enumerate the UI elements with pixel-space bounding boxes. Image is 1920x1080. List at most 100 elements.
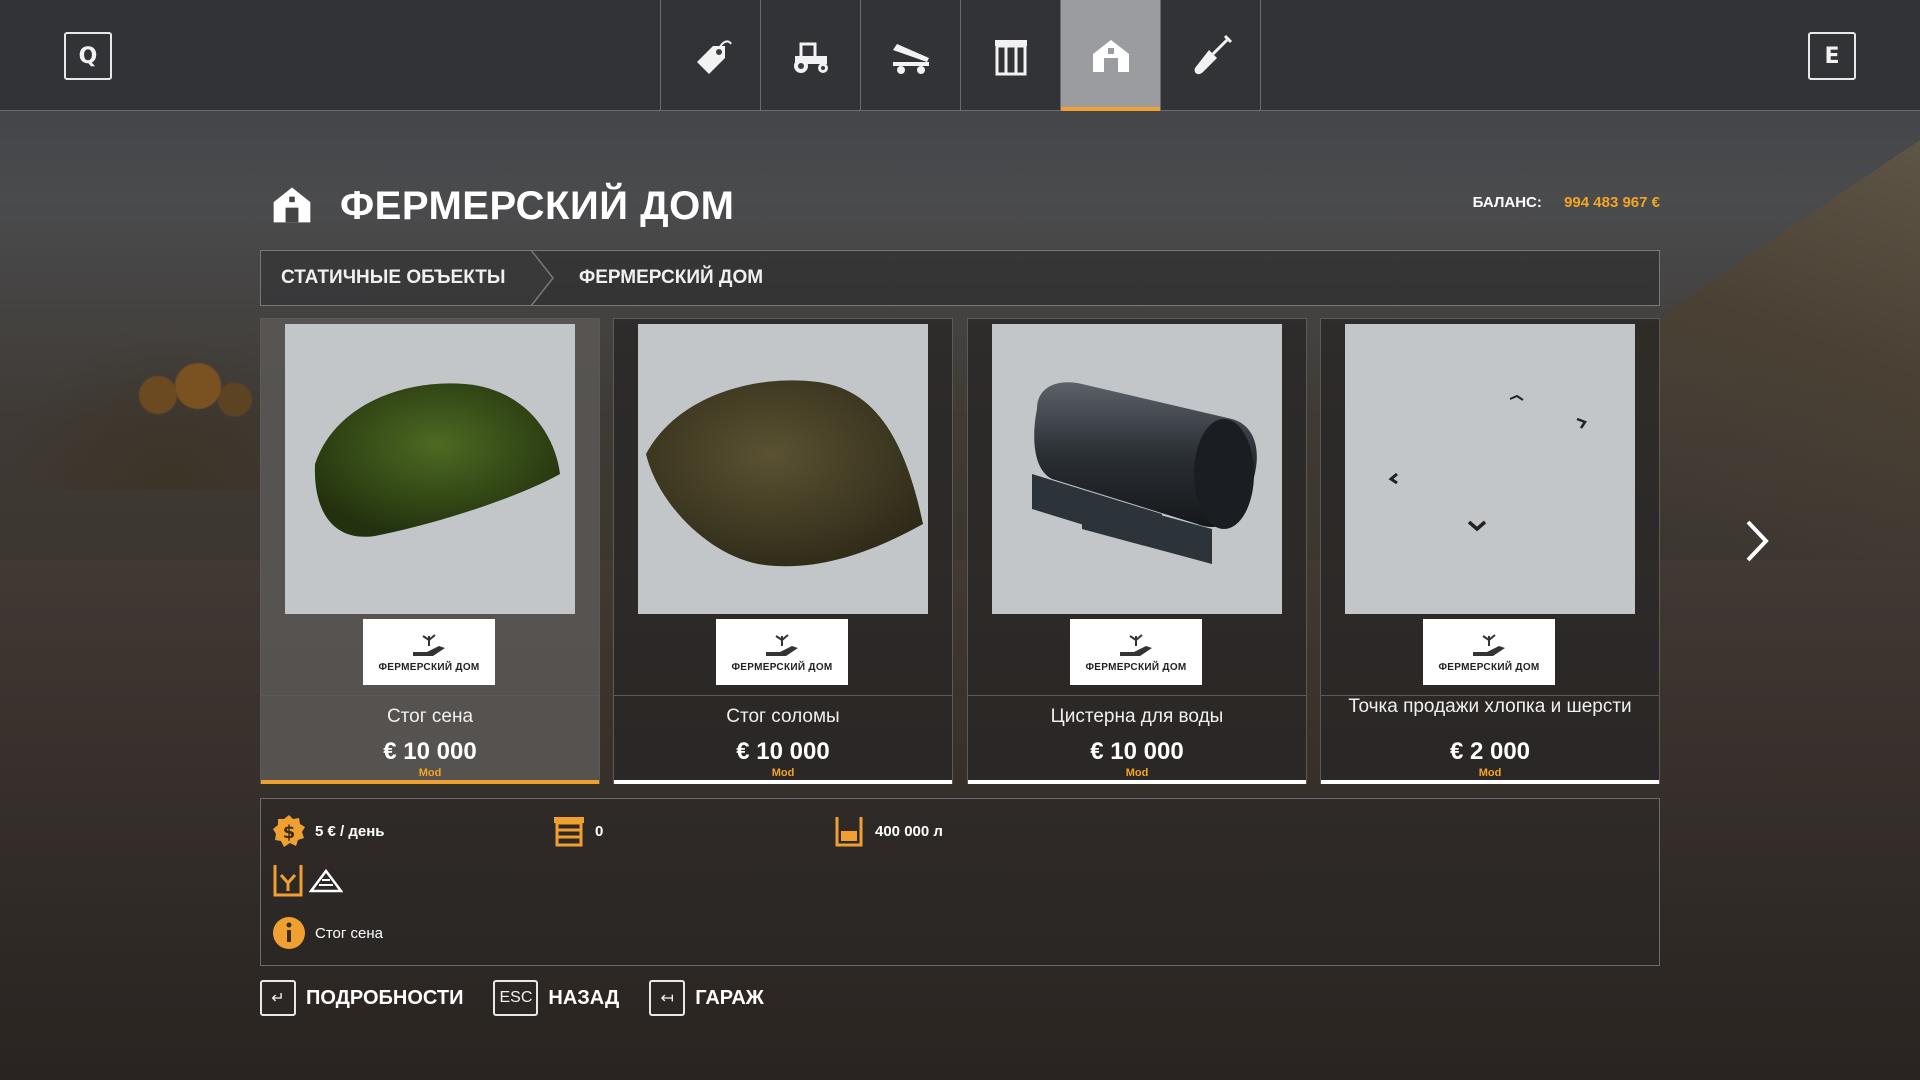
details-button[interactable]: ↵ ПОДРОБНОСТИ [260, 980, 463, 1016]
balance-label: БАЛАНС: [1472, 194, 1542, 211]
item-info: Стог сена € 10 000 Mod [261, 695, 599, 785]
storage-slots-icon [554, 817, 584, 847]
capacity-stat: 400 000 л [831, 813, 943, 849]
item-thumbnail [992, 324, 1282, 614]
hay-stack-image [314, 383, 560, 537]
back-button-label: НАЗАД [548, 986, 620, 1009]
farmhouse-icon [1092, 39, 1129, 72]
pile-filltype-icon [309, 868, 343, 893]
capacity-value: 400 000 л [875, 822, 943, 840]
description-stat: Стог сена [271, 915, 383, 951]
store-item-list: ФЕРМЕРСКИЙ ДОМ Стог сена € 10 000 Mod ФЕ… [260, 318, 1660, 784]
brand-logo: ФЕРМЕРСКИЙ ДОМ [1070, 619, 1202, 685]
item-details-panel: $ 5 € / день 0 400 000 л Стог сена [260, 798, 1660, 966]
next-category-key[interactable]: E [1808, 32, 1856, 80]
hand-plant-icon [413, 633, 445, 656]
page-header: ФЕРМЕРСКИЙ ДОМ БАЛАНС: 994 483 967 € [260, 180, 1660, 240]
store-item-card[interactable]: ФЕРМЕРСКИЙ ДОМ Стог соломы € 10 000 Mod [613, 318, 953, 784]
price-tag-icon [696, 39, 732, 74]
brand-logo: ФЕРМЕРСКИЙ ДОМ [363, 619, 495, 685]
enter-key-hint: ↵ [260, 980, 296, 1016]
breadcrumb-item-static-objects[interactable]: СТАТИЧНЫЕ ОБЪЕКТЫ [261, 251, 531, 305]
tipper-trailer-icon [892, 43, 929, 74]
straw-stack-image [646, 380, 923, 567]
breadcrumb: СТАТИЧНЫЕ ОБЪЕКТЫ ФЕРМЕРСКИЙ ДОМ [260, 250, 1660, 306]
upkeep-value: 5 € / день [315, 822, 385, 840]
mod-badge: Mod [418, 767, 442, 779]
balance-value: 994 483 967 € [1564, 194, 1660, 211]
tab-sale[interactable] [661, 0, 761, 111]
breadcrumb-separator-icon [531, 250, 554, 306]
svg-text:$: $ [283, 822, 296, 843]
garage-button[interactable]: ↤ ГАРАЖ [649, 980, 764, 1016]
selling-point-image [1388, 394, 1587, 532]
brand-logo-text: ФЕРМЕРСКИЙ ДОМ [1085, 661, 1187, 673]
item-price: € 10 000 [736, 738, 830, 765]
tab-farmhouse[interactable] [1061, 0, 1161, 111]
item-info: Стог соломы € 10 000 Mod [614, 695, 952, 785]
item-name: Стог соломы [726, 706, 840, 727]
tab-storage[interactable] [961, 0, 1061, 111]
hay-filltype-icon [273, 865, 303, 897]
item-price: € 10 000 [1090, 738, 1184, 765]
water-tank-image [1032, 382, 1257, 564]
chevron-right-icon[interactable] [1742, 516, 1772, 566]
card-underline [968, 780, 1306, 784]
action-bar: ↵ ПОДРОБНОСТИ ESC НАЗАД ↤ ГАРАЖ [260, 980, 794, 1016]
breadcrumb-item-farmhouse[interactable]: ФЕРМЕРСКИЙ ДОМ [561, 267, 763, 289]
capacity-icon [835, 817, 863, 847]
item-name: Точка продажи хлопка и шерсти [1348, 696, 1632, 717]
card-underline [614, 780, 952, 784]
prev-category-key[interactable]: Q [64, 32, 112, 80]
store-item-card[interactable]: ФЕРМЕРСКИЙ ДОМ Стог сена € 10 000 Mod [260, 318, 600, 784]
fill-types [271, 863, 343, 897]
silo-icon [994, 39, 1027, 75]
shovel-icon [1194, 34, 1232, 74]
tab-vehicles[interactable] [761, 0, 861, 111]
info-icon [273, 917, 305, 949]
back-button[interactable]: ESC НАЗАД [493, 980, 619, 1016]
hand-plant-icon [1120, 633, 1152, 656]
upkeep-cost-icon: $ [273, 815, 305, 847]
item-thumbnail [1345, 324, 1635, 614]
store-item-card[interactable]: ФЕРМЕРСКИЙ ДОМ Цистерна для воды € 10 00… [967, 318, 1307, 784]
mod-badge: Mod [1125, 767, 1149, 779]
mod-badge: Mod [1478, 767, 1502, 779]
item-info: Точка продажи хлопка и шерсти € 2 000 Mo… [1321, 695, 1659, 785]
item-name: Цистерна для воды [1050, 706, 1224, 727]
brand-logo-text: ФЕРМЕРСКИЙ ДОМ [1438, 661, 1540, 673]
brand-logo-text: ФЕРМЕРСКИЙ ДОМ [731, 661, 833, 673]
brand-logo: ФЕРМЕРСКИЙ ДОМ [1423, 619, 1555, 685]
hand-plant-icon [766, 633, 798, 656]
tab-tools[interactable] [861, 0, 961, 111]
item-price: € 2 000 [1449, 738, 1531, 765]
brand-logo: ФЕРМЕРСКИЙ ДОМ [716, 619, 848, 685]
item-thumbnail [285, 324, 575, 614]
item-info: Цистерна для воды € 10 000 Mod [968, 695, 1306, 785]
description-text: Стог сена [315, 924, 383, 942]
selection-indicator [261, 780, 599, 784]
item-name: Стог сена [386, 706, 474, 727]
details-button-label: ПОДРОБНОСТИ [306, 986, 464, 1009]
slots-stat: 0 [551, 813, 603, 849]
tab-landscaping[interactable] [1161, 0, 1261, 111]
farmhouse-icon [273, 187, 311, 223]
upkeep-stat: $ 5 € / день [271, 813, 385, 849]
backspace-key-hint: ↤ [649, 980, 686, 1016]
tractor-icon [793, 42, 828, 73]
mod-badge: Mod [771, 767, 795, 779]
hand-plant-icon [1473, 633, 1505, 656]
top-navigation-bar: Q E [0, 0, 1920, 111]
item-thumbnail [638, 324, 928, 614]
category-tabs [660, 0, 1261, 111]
esc-key-hint: ESC [493, 980, 539, 1016]
store-item-card[interactable]: ФЕРМЕРСКИЙ ДОМ Точка продажи хлопка и ше… [1320, 318, 1660, 784]
slots-value: 0 [595, 822, 604, 840]
brand-logo-text: ФЕРМЕРСКИЙ ДОМ [378, 661, 480, 673]
item-price: € 10 000 [383, 738, 477, 765]
page-title: ФЕРМЕРСКИЙ ДОМ [340, 184, 735, 228]
garage-button-label: ГАРАЖ [695, 986, 764, 1009]
card-underline [1321, 780, 1659, 784]
balance-display: БАЛАНС: 994 483 967 € [1473, 194, 1660, 211]
background-trees [110, 350, 270, 440]
